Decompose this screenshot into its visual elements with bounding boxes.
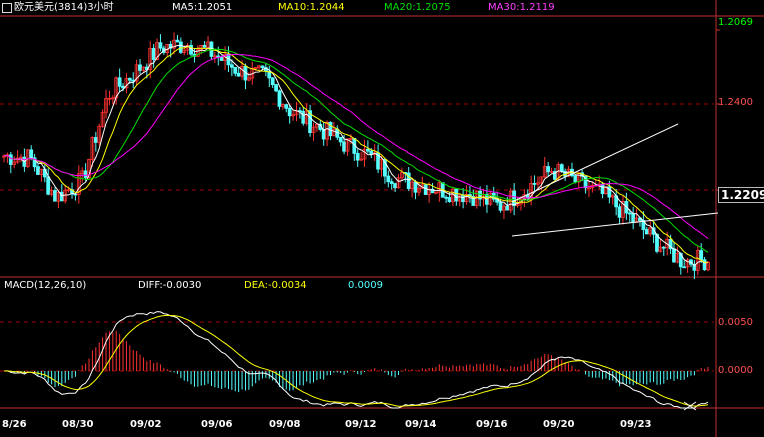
ma10-label: MA10:1.2044 — [278, 2, 345, 13]
candle-body — [355, 152, 360, 161]
candle-body — [219, 56, 224, 61]
candle-body — [600, 183, 605, 195]
candle-body — [447, 197, 452, 203]
candle-body — [46, 176, 51, 195]
candle-body — [270, 77, 275, 86]
candle-body — [202, 44, 207, 48]
candle-body — [366, 148, 370, 152]
candle-body — [617, 206, 622, 218]
ma5-label: MA5:1.2051 — [172, 2, 233, 13]
candle-body — [301, 111, 306, 124]
candle-body — [627, 212, 632, 215]
macd-histogram — [6, 330, 709, 393]
candle-body — [454, 188, 459, 202]
candle-body — [284, 104, 289, 109]
candle-body — [386, 175, 391, 183]
date-label: 09/08 — [269, 419, 301, 430]
candle-body — [532, 183, 537, 185]
window-icon[interactable] — [2, 3, 12, 13]
candle-body — [127, 78, 132, 81]
macd-diff-label: DIFF:-0.0030 — [138, 280, 202, 291]
candle-body — [260, 65, 265, 69]
candle-body — [29, 149, 34, 159]
candle-body — [699, 250, 704, 261]
forex-chart-window: { "header": { "instrument": "欧元美元(3814)3… — [0, 0, 764, 437]
candle-body — [661, 246, 666, 249]
candle-body — [138, 64, 142, 71]
candle-body — [338, 136, 343, 143]
trend-line-lower — [511, 212, 719, 237]
dea-line — [4, 314, 709, 407]
candle-body — [274, 84, 278, 92]
candle-body — [175, 39, 180, 43]
candle-body — [631, 213, 636, 223]
candle-body — [158, 42, 163, 49]
date-label: 09/23 — [620, 419, 652, 430]
candle-body — [229, 64, 234, 68]
candle-body — [53, 190, 57, 202]
candle-body — [277, 90, 282, 107]
price-axis-current-label: 1.2209 — [718, 187, 764, 203]
candle-body — [8, 154, 13, 165]
candle-body — [413, 181, 418, 193]
candle-body — [672, 248, 676, 263]
chart-canvas — [0, 0, 764, 437]
macd-axis-top-label: 0.0050 — [718, 317, 753, 328]
price-axis-mid-label: 1.2400 — [718, 97, 753, 108]
ma30-label: MA30:1.2119 — [488, 2, 555, 13]
candle-body — [151, 48, 156, 60]
candle-body — [559, 164, 564, 172]
candle-body — [236, 72, 241, 77]
ma20-label: MA20:1.2075 — [384, 2, 451, 13]
date-label: 09/12 — [345, 419, 377, 430]
candlesticks — [2, 32, 710, 279]
candle-body — [682, 266, 687, 269]
candle-body — [233, 66, 238, 74]
macd-lines — [3, 311, 709, 409]
date-label: 8/26 — [2, 419, 27, 430]
candle-body — [93, 137, 98, 143]
date-label: 09/06 — [201, 419, 233, 430]
candle-body — [546, 166, 551, 173]
grid-lines — [0, 0, 764, 437]
candle-body — [444, 196, 449, 199]
instrument-title: 欧元美元(3814)3小时 — [14, 2, 114, 13]
candle-body — [342, 141, 346, 152]
candle-body — [573, 175, 578, 183]
candle-body — [512, 190, 517, 207]
candle-body — [644, 229, 649, 235]
candle-body — [505, 205, 510, 211]
date-label: 09/02 — [130, 419, 162, 430]
candle-body — [178, 41, 183, 53]
candle-body — [389, 181, 394, 185]
macd-axis-zero-label: 0.0000 — [718, 365, 753, 376]
candle-body — [461, 194, 466, 203]
candle-body — [287, 107, 292, 117]
candle-body — [423, 184, 428, 195]
macd-dea-label: DEA:-0.0034 — [244, 280, 307, 291]
date-label: 09/16 — [476, 419, 508, 430]
candle-body — [117, 77, 122, 87]
macd-title: MACD(12,26,10) — [4, 280, 87, 291]
candle-body — [83, 170, 88, 178]
macd-value-label: 0.0009 — [348, 280, 383, 291]
candle-body — [393, 183, 398, 189]
date-label: 09/14 — [405, 419, 437, 430]
date-label: 09/20 — [543, 419, 575, 430]
price-axis-top-label: 1.2069 — [718, 17, 753, 28]
candle-body — [36, 166, 40, 175]
date-label: 08/30 — [62, 419, 94, 430]
candle-body — [498, 201, 503, 211]
